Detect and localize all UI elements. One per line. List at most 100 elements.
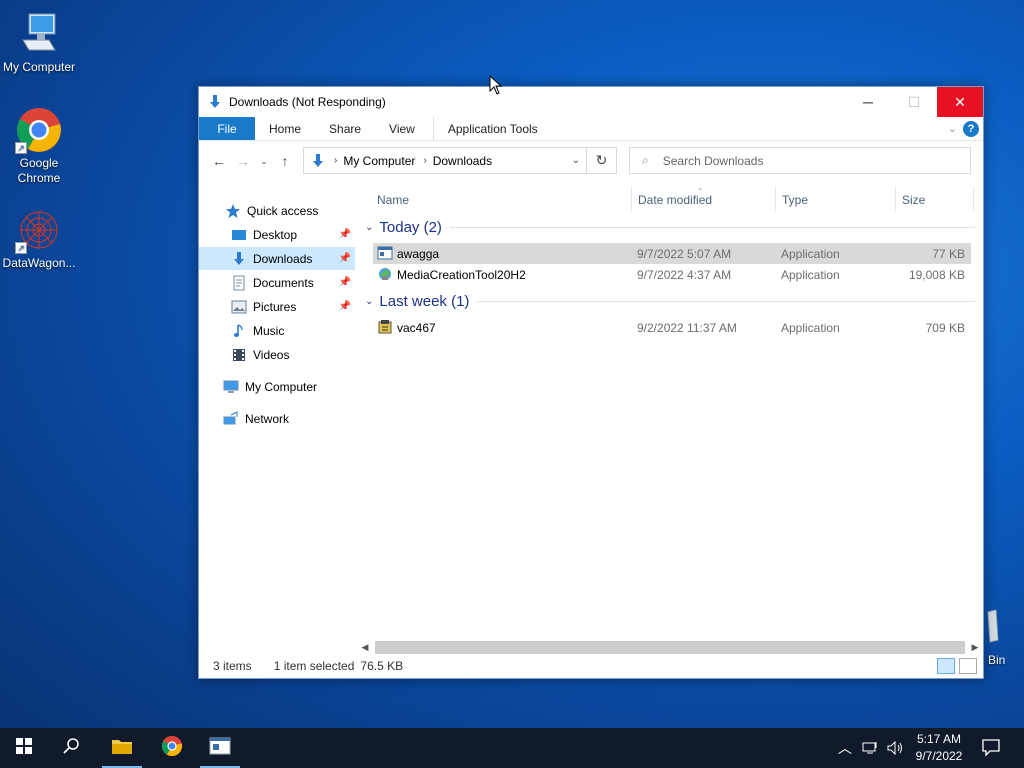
close-button[interactable]: ✕ (937, 87, 983, 117)
tab-view[interactable]: View (375, 117, 429, 140)
clock-time: 5:17 AM (916, 732, 962, 746)
minimize-button[interactable]: ─ (845, 87, 891, 117)
explorer-window: Downloads (Not Responding) ─ ☐ ✕ File Ho… (198, 86, 984, 679)
scrollbar-thumb[interactable] (375, 641, 965, 654)
up-arrow-icon[interactable]: ↑ (273, 153, 297, 169)
sidebar-item-label: My Computer (245, 379, 318, 394)
pin-icon[interactable]: 📌 (339, 277, 351, 288)
minimize-icon: ─ (863, 94, 873, 110)
column-header-size[interactable]: Size (902, 193, 925, 207)
search-icon: ⌕ (642, 153, 649, 167)
taskbar-application[interactable] (196, 728, 244, 768)
column-header-date-modified[interactable]: Date modified (638, 193, 712, 207)
details-view-icon[interactable] (937, 658, 955, 674)
collapse-chevron-icon: ⌄ (365, 296, 374, 307)
address-bar[interactable]: › My Computer › Downloads ⌄ (303, 147, 587, 174)
sidebar-item-videos[interactable]: Videos (199, 343, 355, 366)
sidebar-item-my-computer[interactable]: My Computer (199, 375, 355, 398)
file-type: Application (781, 247, 840, 261)
start-button[interactable] (0, 728, 48, 768)
recycle-bin-label: Bin (988, 653, 1006, 667)
group-header-last-week[interactable]: ⌄ Last week (1) (365, 293, 975, 310)
column-header-name[interactable]: Name (377, 193, 409, 207)
file-date: 9/7/2022 5:07 AM (637, 247, 732, 261)
window-title: Downloads (Not Responding) (229, 95, 386, 109)
search-button[interactable] (48, 728, 96, 768)
navigation-pane: Quick access Desktop 📌 Downloads 📌 Docum… (199, 187, 357, 637)
downloads-icon (310, 153, 326, 169)
desktop-icon-label: DataWagon... (2, 256, 76, 270)
clock-date: 9/7/2022 (915, 749, 963, 763)
sidebar-item-documents[interactable]: Documents 📌 (199, 271, 355, 294)
pin-icon[interactable]: 📌 (339, 301, 351, 312)
videos-icon (231, 347, 247, 363)
sidebar-item-label: Pictures (253, 299, 297, 314)
expand-ribbon-icon[interactable]: ⌄ (948, 122, 957, 135)
file-type: Application (781, 268, 840, 282)
group-label: Today (2) (379, 219, 442, 236)
downloads-icon (231, 251, 247, 267)
file-row-mediacreationtool[interactable]: MediaCreationTool20H2 9/7/2022 4:37 AM A… (373, 264, 971, 285)
taskbar-chrome[interactable] (148, 728, 196, 768)
close-icon: ✕ (954, 93, 966, 110)
volume-icon[interactable] (886, 728, 904, 768)
scroll-left-icon[interactable]: ◀ (359, 642, 371, 653)
application-icon (209, 737, 231, 760)
refresh-button[interactable]: ↻ (587, 147, 617, 174)
file-row-awagga[interactable]: awagga 9/7/2022 5:07 AM Application 77 K… (373, 243, 971, 264)
network-icon[interactable] (862, 728, 880, 768)
help-icon[interactable]: ? (963, 121, 979, 137)
desktop-icon-datawagon[interactable]: ↗ DataWagon... (0, 206, 78, 271)
file-name: awagga (397, 247, 440, 261)
breadcrumb-downloads[interactable]: Downloads (433, 154, 492, 168)
sidebar-item-desktop[interactable]: Desktop 📌 (199, 223, 355, 246)
sidebar-item-downloads[interactable]: Downloads 📌 (199, 247, 355, 270)
large-icons-view-icon[interactable] (959, 658, 977, 674)
column-header-type[interactable]: Type (782, 193, 808, 207)
sidebar-item-label: Desktop (253, 227, 298, 242)
search-input[interactable]: ⌕ Search Downloads (629, 147, 971, 174)
file-row-vac467[interactable]: vac467 9/2/2022 11:37 AM Application 709… (373, 317, 971, 338)
group-header-today[interactable]: ⌄ Today (2) (365, 219, 975, 236)
desktop-icon-chrome[interactable]: ↗ Google Chrome (0, 106, 78, 186)
show-hidden-icons-chevron-icon[interactable]: ︿ (838, 728, 852, 768)
tab-home[interactable]: Home (255, 117, 315, 140)
folder-icon (111, 737, 133, 760)
pin-icon[interactable]: 📌 (339, 253, 351, 264)
file-date: 9/7/2022 4:37 AM (637, 268, 732, 282)
application-icon (377, 245, 393, 261)
sidebar-item-quick-access[interactable]: Quick access (199, 199, 355, 222)
shortcut-arrow-icon: ↗ (15, 142, 27, 154)
back-arrow-icon[interactable]: ← (207, 153, 231, 169)
navigation-bar: ← → ⌄ ↑ › My Computer › Downloads ⌄ ↻ ⌕ … (199, 141, 983, 181)
chrome-icon (161, 735, 183, 762)
pin-icon[interactable]: 📌 (339, 229, 351, 240)
taskbar-clock[interactable]: 5:17 AM 9/7/2022 (908, 731, 970, 765)
forward-arrow-icon[interactable]: → (231, 153, 255, 169)
scroll-right-icon[interactable]: ▶ (969, 642, 981, 653)
taskbar-file-explorer[interactable] (98, 728, 146, 768)
media-creation-tool-icon (377, 266, 393, 282)
tab-file[interactable]: File (199, 117, 255, 140)
tab-share[interactable]: Share (315, 117, 375, 140)
breadcrumb-my-computer[interactable]: My Computer (343, 154, 415, 168)
address-dropdown-icon[interactable]: ⌄ (572, 155, 580, 166)
sidebar-item-music[interactable]: Music (199, 319, 355, 342)
pictures-icon (231, 299, 247, 315)
status-bar: 3 items 1 item selected 76.5 KB (199, 654, 983, 678)
breadcrumb-separator-icon: › (334, 155, 338, 166)
sidebar-item-network[interactable]: Network (199, 407, 355, 430)
ribbon-tabs: File Home Share View Application Tools ⌄… (199, 117, 983, 141)
title-bar[interactable]: Downloads (Not Responding) ─ ☐ ✕ (199, 87, 983, 117)
installer-icon (377, 319, 393, 335)
sidebar-item-pictures[interactable]: Pictures 📌 (199, 295, 355, 318)
maximize-button[interactable]: ☐ (891, 87, 937, 117)
action-center-icon[interactable] (980, 736, 1004, 760)
file-date: 9/2/2022 11:37 AM (637, 321, 737, 335)
sort-chevron-icon: ⌄ (697, 183, 704, 192)
file-list: Name Date modified ⌄ Type Size ⌄ Today (… (359, 183, 981, 637)
file-name: MediaCreationTool20H2 (397, 268, 526, 282)
desktop-icon-my-computer[interactable]: My Computer (0, 10, 78, 75)
recent-locations-chevron-icon[interactable]: ⌄ (255, 156, 273, 167)
tab-application-tools[interactable]: Application Tools (432, 117, 552, 140)
